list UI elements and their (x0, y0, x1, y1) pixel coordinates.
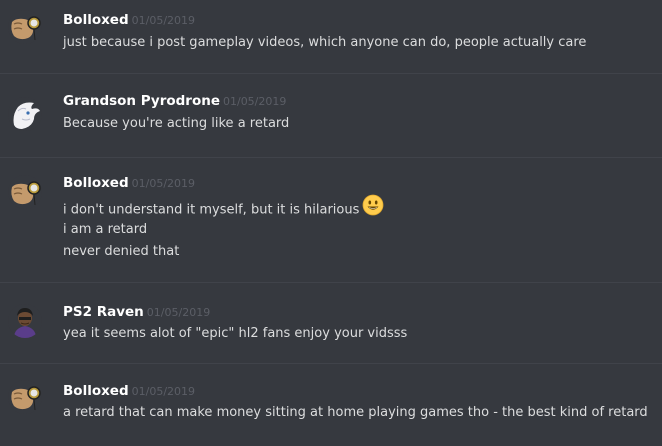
username[interactable]: Bolloxed (63, 175, 129, 191)
message-divider (0, 363, 662, 364)
message-divider (0, 73, 662, 74)
username[interactable]: Bolloxed (63, 383, 129, 399)
timestamp[interactable]: 01/05/2019 (147, 306, 210, 319)
username[interactable]: PS2 Raven (63, 304, 144, 320)
timestamp[interactable]: 01/05/2019 (223, 95, 286, 108)
chat-message-list: Bolloxed 01/05/2019 just because i post g… (0, 0, 662, 446)
message-text: a retard that can make money sitting at … (63, 405, 648, 420)
message-text: Because you're acting like a retard (63, 116, 290, 131)
username[interactable]: Bolloxed (63, 12, 129, 28)
message-text: just because i post gameplay videos, whi… (63, 35, 587, 50)
timestamp[interactable]: 01/05/2019 (132, 177, 195, 190)
message-text: never denied that (63, 244, 180, 259)
monocle-hand-icon[interactable] (8, 10, 42, 44)
message-text: i am a retard (63, 222, 148, 237)
smiley-emoji-icon[interactable] (362, 194, 384, 223)
monocle-hand-icon[interactable] (8, 380, 42, 414)
message-header: Bolloxed 01/05/2019 (63, 9, 195, 29)
message-text-part: i don't understand it myself, but it is … (63, 202, 360, 218)
message-text: yea it seems alot of "epic" hl2 fans enj… (63, 326, 408, 341)
monocle-hand-icon[interactable] (8, 175, 42, 209)
message-header: Bolloxed 01/05/2019 (63, 380, 195, 400)
white-bird-icon[interactable] (8, 97, 42, 131)
message-header: Grandson Pyrodrone 01/05/2019 (63, 90, 286, 110)
raven-character-icon[interactable] (8, 304, 42, 338)
message-header: PS2 Raven 01/05/2019 (63, 301, 210, 321)
timestamp[interactable]: 01/05/2019 (132, 14, 195, 27)
message-header: Bolloxed 01/05/2019 (63, 172, 195, 192)
timestamp[interactable]: 01/05/2019 (132, 385, 195, 398)
message-divider (0, 282, 662, 283)
message-divider (0, 157, 662, 158)
username[interactable]: Grandson Pyrodrone (63, 93, 220, 109)
